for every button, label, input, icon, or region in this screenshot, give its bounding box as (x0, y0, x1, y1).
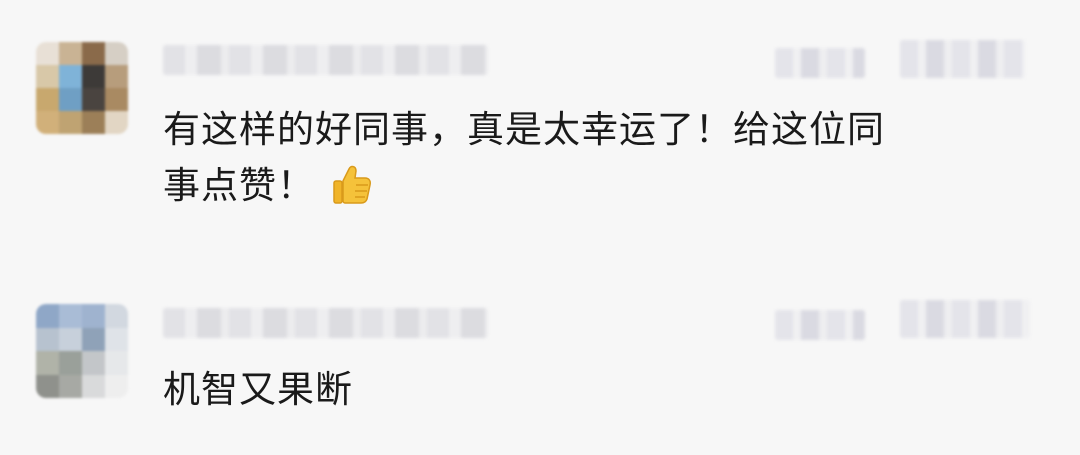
comment-text-line-1: 有这样的好同事，真是太幸运了！给这位同 (163, 108, 885, 151)
comment-text-line-2: 事点赞！ (163, 158, 1043, 214)
comment-item: 机智又果断 (0, 280, 1080, 455)
meta-blurred (775, 48, 865, 78)
comment-text: 机智又果断 (163, 368, 353, 411)
like-area-blurred[interactable] (900, 300, 1030, 338)
avatar[interactable] (36, 42, 128, 134)
like-area-blurred[interactable] (900, 40, 1025, 78)
comment-text: 有这样的好同事，真是太幸运了！给这位同 事点赞！ (163, 102, 1043, 214)
username-blurred[interactable] (163, 308, 488, 338)
comment-item: 有这样的好同事，真是太幸运了！给这位同 事点赞！ (0, 0, 1080, 280)
meta-blurred (775, 310, 865, 340)
avatar[interactable] (36, 304, 128, 398)
comment-text-line-2-content: 事点赞！ (163, 164, 315, 207)
thumbs-up-icon (329, 161, 375, 207)
username-blurred[interactable] (163, 45, 488, 75)
